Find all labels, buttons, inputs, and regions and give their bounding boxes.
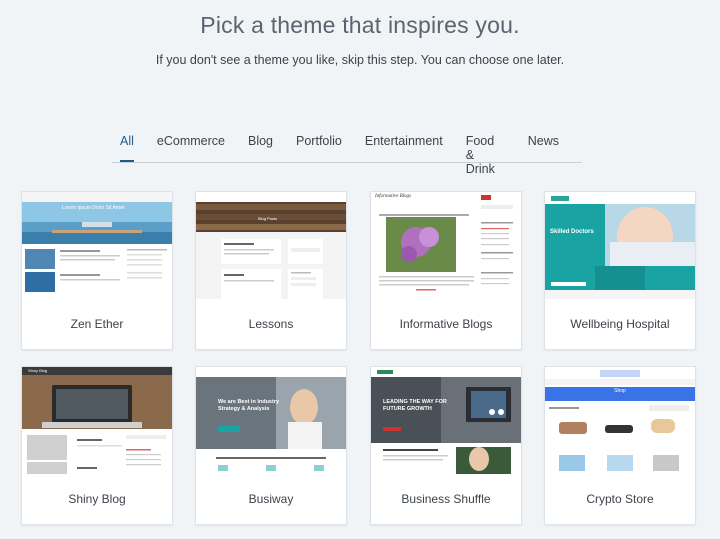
theme-preview-image: Skilled Doctors (545, 192, 695, 299)
theme-card-zen-ether[interactable]: Lorem ipsum Dolor Sit Amet Zen Ether (21, 191, 173, 350)
theme-preview-text: Skilled Doctors (550, 229, 594, 235)
theme-name: Business Shuffle (371, 474, 521, 524)
theme-preview-image: We are Best in Industry Strategy & Analy… (196, 367, 346, 474)
tab-entertainment[interactable]: Entertainment (365, 132, 443, 159)
theme-preview-text: Shiny Blog (28, 368, 48, 373)
theme-name: Crypto Store (545, 474, 695, 524)
page-title: Pick a theme that inspires you. (200, 12, 520, 38)
theme-name: Informative Blogs (371, 299, 521, 349)
category-tabs: All eCommerce Blog Portfolio Entertainme… (112, 132, 582, 176)
theme-card-business-shuffle[interactable]: LEADING THE WAY FOR FUTURE GROWTH Busine… (370, 366, 522, 525)
theme-preview-image: Lorem ipsum Dolor Sit Amet (22, 192, 172, 299)
tab-portfolio[interactable]: Portfolio (296, 132, 342, 159)
tab-news[interactable]: News (528, 132, 559, 159)
theme-preview-text: LEADING THE WAY FOR FUTURE GROWTH (383, 399, 447, 412)
theme-name: Lessons (196, 299, 346, 349)
theme-preview-text: Blog Posts (258, 216, 278, 221)
theme-card-lessons[interactable]: Blog Posts Lessons (195, 191, 347, 350)
theme-name: Wellbeing Hospital (545, 299, 695, 349)
theme-preview-image: LEADING THE WAY FOR FUTURE GROWTH (371, 367, 521, 474)
tab-all[interactable]: All (120, 132, 134, 162)
theme-preview-text: Informative Blogs (375, 194, 411, 199)
theme-preview-text: We are Best in Industry Strategy & Analy… (218, 399, 280, 412)
theme-preview-image: Shop (545, 367, 695, 474)
theme-preview-text: Lorem ipsum Dolor Sit Amet (62, 205, 125, 211)
theme-preview-text: Shop (614, 388, 626, 394)
theme-card-informative-blogs[interactable]: Informative Blogs Informative Blogs (370, 191, 522, 350)
tab-blog[interactable]: Blog (248, 132, 273, 159)
tab-food-drink[interactable]: Food & Drink (466, 132, 505, 176)
theme-preview-image: Informative Blogs (371, 192, 521, 299)
theme-card-busiway[interactable]: We are Best in Industry Strategy & Analy… (195, 366, 347, 525)
theme-name: Busiway (196, 474, 346, 524)
theme-card-crypto-store[interactable]: Shop Crypto Store (544, 366, 696, 525)
theme-name: Zen Ether (22, 299, 172, 349)
theme-name: Shiny Blog (22, 474, 172, 524)
theme-preview-image: Shiny Blog (22, 367, 172, 474)
page-subtitle: If you don't see a theme you like, skip … (155, 53, 565, 67)
theme-preview-image: Blog Posts (196, 192, 346, 299)
theme-card-shiny-blog[interactable]: Shiny Blog Shiny Blog (21, 366, 173, 525)
tab-ecommerce[interactable]: eCommerce (157, 132, 225, 159)
theme-card-wellbeing-hospital[interactable]: Skilled Doctors Wellbeing Hospital (544, 191, 696, 350)
